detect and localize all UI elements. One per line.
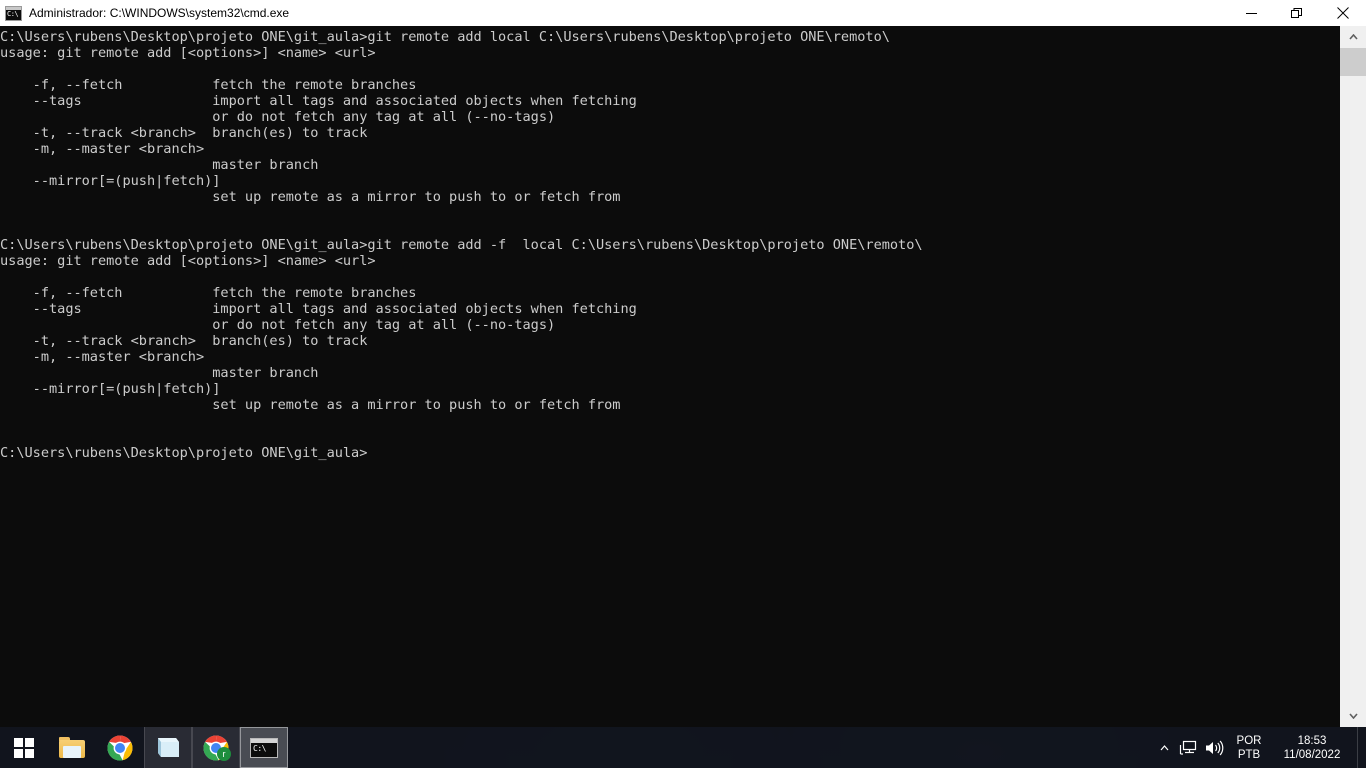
cmd-icon: C:\ [5,5,22,21]
chrome-icon [107,735,133,761]
taskbar-file-explorer[interactable] [48,727,96,768]
scroll-up-arrow[interactable] [1340,26,1366,48]
console-output[interactable]: C:\Users\rubens\Desktop\projeto ONE\git_… [0,26,1340,727]
scrollbar-track[interactable] [1340,48,1366,705]
volume-button[interactable] [1201,727,1227,768]
window-titlebar[interactable]: C:\ Administrador: C:\WINDOWS\system32\c… [0,0,1366,26]
window-controls [1228,0,1366,26]
console-scrollbar[interactable] [1340,26,1366,727]
show-desktop-button[interactable] [1357,727,1366,768]
minimize-button[interactable] [1228,0,1274,26]
language-bottom: PTB [1237,748,1261,761]
language-top: POR [1236,734,1262,747]
clock-date: 11/08/2022 [1283,748,1341,761]
close-button[interactable] [1320,0,1366,26]
show-hidden-icons-button[interactable] [1153,727,1175,768]
scrollbar-thumb[interactable] [1340,48,1366,76]
taskbar-chrome-profile[interactable]: r [192,727,240,768]
window-title: Administrador: C:\WINDOWS\system32\cmd.e… [29,6,290,20]
chevron-up-icon [1160,744,1168,750]
notepad-icon [155,736,181,760]
console-body: C:\Users\rubens\Desktop\projeto ONE\git_… [0,26,1366,727]
minimize-icon [1245,12,1257,14]
taskbar-notepad[interactable] [144,727,192,768]
taskbar-cmd[interactable]: C:\ [240,727,288,768]
network-button[interactable] [1175,727,1201,768]
chevron-down-icon [1348,713,1358,719]
scroll-down-arrow[interactable] [1340,705,1366,727]
folder-icon [59,737,85,758]
console-window: C:\ Administrador: C:\WINDOWS\system32\c… [0,0,1366,727]
desktop: C:\ Administrador: C:\WINDOWS\system32\c… [0,0,1366,768]
profile-badge: r [217,747,231,761]
start-button[interactable] [0,727,48,768]
clock[interactable]: 18:53 11/08/2022 [1271,727,1357,768]
taskbar-buttons: r C:\ [48,727,288,768]
clock-time: 18:53 [1297,734,1327,747]
network-icon [1179,740,1197,755]
volume-icon [1206,740,1224,755]
cmd-icon-glyph: C:\ [7,9,19,18]
language-indicator[interactable]: POR PTB [1227,727,1271,768]
taskbar-chrome[interactable] [96,727,144,768]
restore-icon [1291,8,1302,18]
chevron-up-icon [1348,34,1358,40]
close-icon [1337,7,1349,19]
windows-logo-icon [14,737,34,758]
taskbar: r C:\ POR PTB 18:53 11/08/2022 [0,727,1366,768]
cmd-icon: C:\ [250,737,278,758]
cmd-icon-glyph: C:\ [253,743,266,753]
restore-button[interactable] [1274,0,1320,26]
system-tray: POR PTB 18:53 11/08/2022 [1153,727,1366,768]
